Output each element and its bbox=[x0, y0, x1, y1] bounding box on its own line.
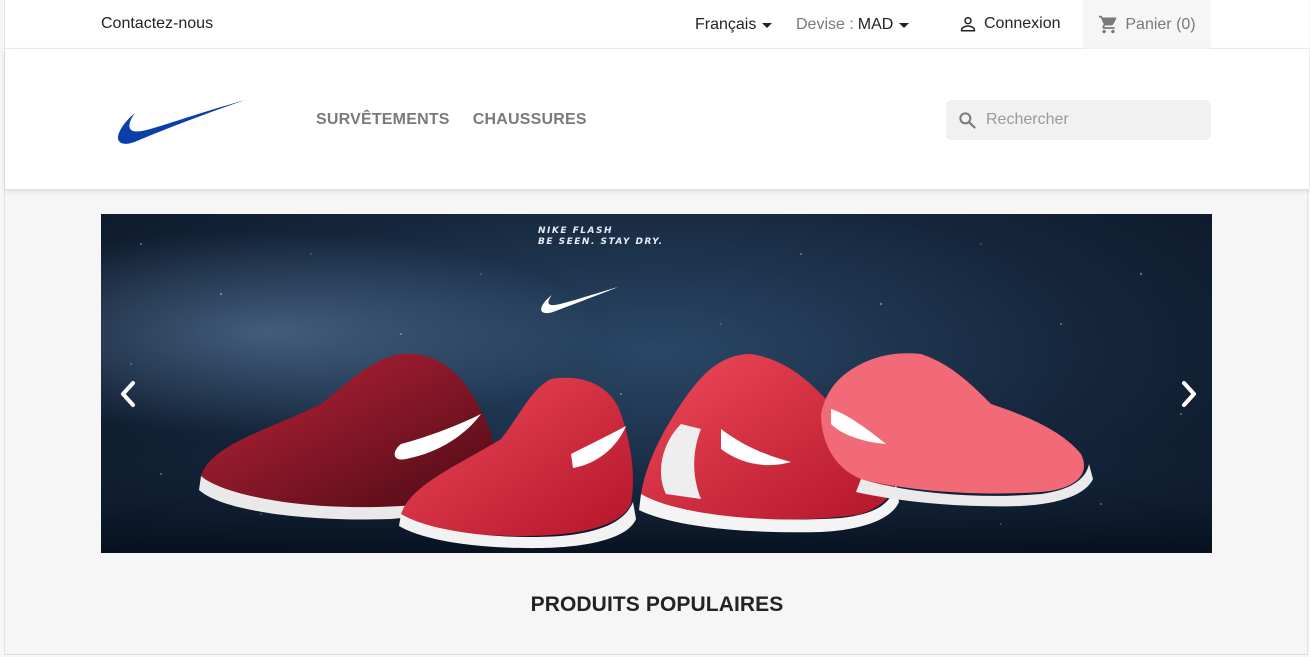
main-menu: SURVÊTEMENTS CHAUSSURES bbox=[316, 111, 587, 129]
chevron-down-icon bbox=[899, 23, 910, 28]
tagline-line-1: NIKE FLASH bbox=[538, 226, 613, 236]
hero-carousel: NIKE FLASH BE SEEN. STAY DRY. bbox=[101, 214, 1212, 553]
page: Contactez-nous Français Devise : MAD Con… bbox=[4, 0, 1309, 655]
popular-products-title: PRODUITS POPULAIRES bbox=[530, 593, 784, 616]
currency-selector[interactable]: Devise : MAD bbox=[796, 16, 910, 34]
search-input[interactable] bbox=[986, 111, 1196, 129]
header: SURVÊTEMENTS CHAUSSURES bbox=[5, 49, 1309, 189]
contact-link[interactable]: Contactez-nous bbox=[101, 15, 213, 33]
cart-button[interactable]: Panier (0) bbox=[1083, 0, 1211, 49]
language-selector[interactable]: Français bbox=[695, 16, 773, 34]
currency-value: MAD bbox=[857, 16, 894, 33]
top-nav: Contactez-nous Français Devise : MAD Con… bbox=[5, 0, 1309, 49]
login-label: Connexion bbox=[984, 15, 1061, 32]
currency-prefix: Devise : bbox=[796, 16, 854, 33]
hero-banner-image bbox=[101, 214, 1212, 553]
nike-swoosh-icon[interactable] bbox=[115, 97, 245, 147]
chevron-right-icon[interactable] bbox=[1180, 380, 1198, 408]
search-box bbox=[946, 100, 1211, 140]
cart-label: Panier (0) bbox=[1125, 15, 1196, 33]
user-icon bbox=[960, 16, 976, 32]
menu-item-chaussures[interactable]: CHAUSSURES bbox=[473, 111, 587, 129]
shopping-cart-icon bbox=[1099, 15, 1117, 34]
search-icon[interactable] bbox=[957, 110, 977, 130]
chevron-left-icon[interactable] bbox=[119, 380, 137, 408]
menu-item-survetements[interactable]: SURVÊTEMENTS bbox=[316, 111, 450, 129]
tagline-line-2: BE SEEN. STAY DRY. bbox=[538, 237, 664, 247]
login-link[interactable]: Connexion bbox=[959, 15, 1061, 33]
banner-tagline: NIKE FLASH BE SEEN. STAY DRY. bbox=[538, 226, 664, 248]
chevron-down-icon bbox=[762, 23, 773, 28]
language-label: Français bbox=[695, 16, 757, 33]
